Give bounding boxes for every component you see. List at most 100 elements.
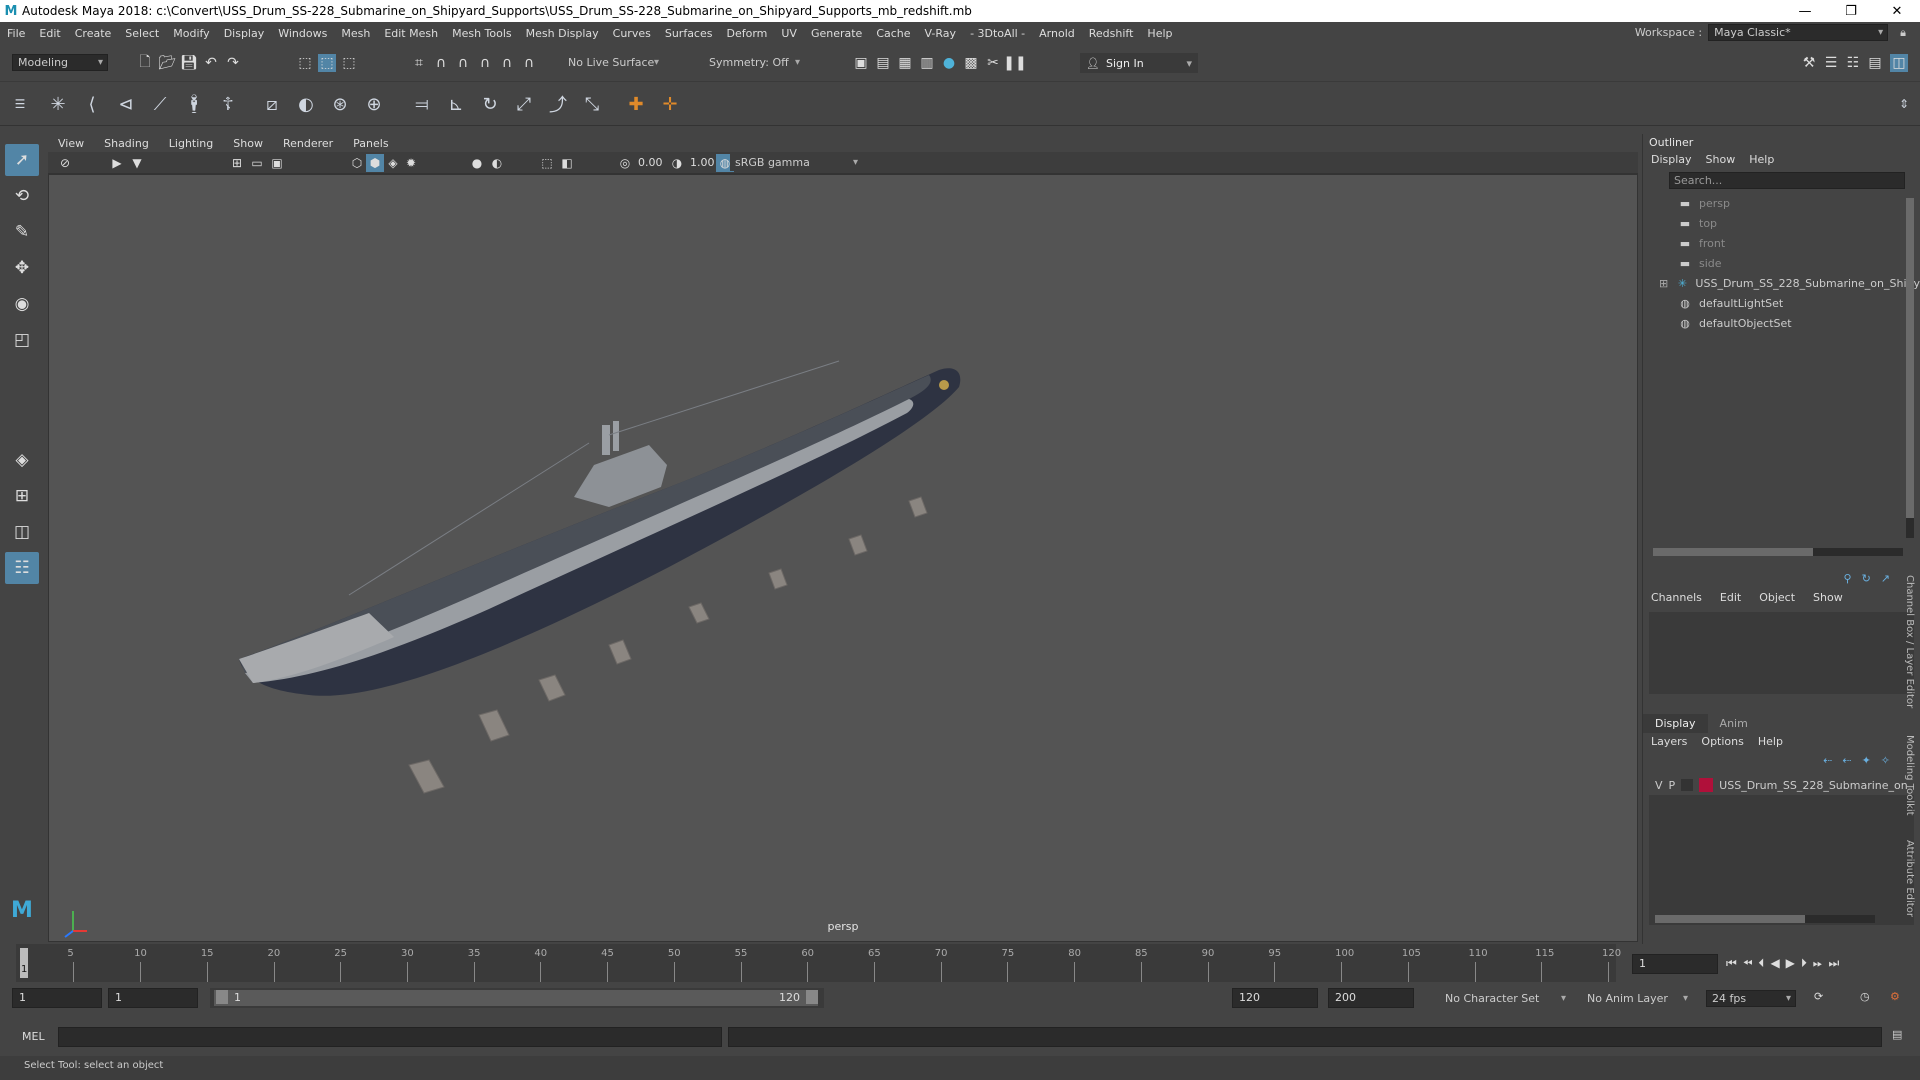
- range-slider[interactable]: 1 120: [210, 988, 824, 1008]
- resolution-gate-icon[interactable]: ▣: [268, 154, 286, 172]
- move-layer-up-icon[interactable]: ⇠: [1823, 754, 1832, 767]
- select-hierarchy-icon[interactable]: ⬚: [296, 54, 314, 72]
- menu-uv[interactable]: UV: [774, 27, 804, 40]
- snap-grid-icon[interactable]: ⌗: [410, 54, 428, 72]
- smooth-shade-icon[interactable]: ⬢: [366, 154, 384, 172]
- layer-editor-toggle-icon[interactable]: ◫: [1890, 54, 1908, 72]
- channelbox-show-menu[interactable]: Show: [1813, 591, 1843, 604]
- play-forwards-icon[interactable]: ▶: [1786, 956, 1795, 971]
- character-set-dropdown[interactable]: No Character Set: [1440, 990, 1570, 1007]
- gamma-icon[interactable]: ◑: [668, 154, 686, 172]
- anim-prefs-icon[interactable]: ⚙: [1890, 990, 1900, 1003]
- mel-label[interactable]: MEL: [22, 1030, 45, 1043]
- four-view-layout-icon[interactable]: ⊞: [5, 480, 39, 512]
- layer-visibility-toggle[interactable]: V: [1655, 779, 1663, 792]
- maximize-button[interactable]: ❐: [1828, 0, 1874, 22]
- layer-scrollbar[interactable]: [1655, 915, 1875, 923]
- ambient-occlusion-icon[interactable]: ◐: [488, 154, 506, 172]
- rotate-tool-icon[interactable]: ◉: [5, 288, 39, 320]
- pause-viewport-icon[interactable]: ❚❚: [1003, 54, 1026, 72]
- scale-tool-icon[interactable]: ◰: [5, 324, 39, 356]
- move-layer-down-icon[interactable]: ⇠: [1842, 754, 1851, 767]
- cluster-icon[interactable]: ⊕: [360, 90, 388, 118]
- modeling-toolkit-icon[interactable]: ⚒: [1800, 54, 1818, 72]
- new-layer-selected-icon[interactable]: ✧: [1881, 754, 1890, 767]
- xray-icon[interactable]: ◧: [558, 154, 576, 172]
- mode-dropdown[interactable]: Modeling: [12, 54, 108, 71]
- menu-cache[interactable]: Cache: [869, 27, 917, 40]
- new-scene-icon[interactable]: 🗋: [136, 54, 154, 72]
- paint-select-tool-icon[interactable]: ✎: [5, 216, 39, 248]
- snap-point-icon[interactable]: ∩: [454, 54, 472, 72]
- menu-edit-mesh[interactable]: Edit Mesh: [377, 27, 445, 40]
- menu-3dtoall[interactable]: - 3DtoAll -: [963, 27, 1032, 40]
- loop-icon[interactable]: ⟳: [1814, 990, 1823, 1003]
- submarine-model[interactable]: [49, 175, 1638, 942]
- set-driven-key-icon[interactable]: ✛: [656, 90, 684, 118]
- menu-windows[interactable]: Windows: [271, 27, 334, 40]
- auto-key-icon[interactable]: ◷: [1860, 990, 1870, 1003]
- panel-menu-show[interactable]: Show: [223, 137, 273, 150]
- snap-pivot-icon[interactable]: ∩: [520, 54, 538, 72]
- menu-display[interactable]: Display: [217, 27, 272, 40]
- render-settings-icon[interactable]: ▥: [918, 54, 936, 72]
- animation-end-field[interactable]: 200: [1328, 988, 1414, 1008]
- orient-constraint-icon[interactable]: ↻: [476, 90, 504, 118]
- undo-icon[interactable]: ↶: [202, 54, 220, 72]
- menu-create[interactable]: Create: [68, 27, 119, 40]
- outliner-item-front[interactable]: ▬ front: [1677, 233, 1920, 253]
- anim-layer-dropdown[interactable]: No Anim Layer: [1582, 990, 1692, 1007]
- layer-row[interactable]: V P USS_Drum_SS_228_Submarine_on: [1649, 775, 1914, 795]
- outliner-menu-show[interactable]: Show: [1706, 153, 1736, 166]
- outliner-item-submarine[interactable]: ⊞ ✳ USS_Drum_SS_228_Submarine_on_Shipy: [1659, 273, 1920, 293]
- hypershade-icon[interactable]: ●: [940, 54, 958, 72]
- isolate-select-icon[interactable]: ⬚: [538, 154, 556, 172]
- ik-spline-icon[interactable]: ⊲: [112, 90, 140, 118]
- bind-skin-icon[interactable]: ⟋: [146, 90, 174, 118]
- go-to-end-icon[interactable]: ⏭: [1829, 956, 1840, 971]
- minimize-button[interactable]: —: [1782, 0, 1828, 22]
- select-tool-icon[interactable]: ➚: [5, 144, 39, 176]
- outliner-menu-help[interactable]: Help: [1749, 153, 1774, 166]
- script-editor-icon[interactable]: ▤: [1892, 1028, 1902, 1041]
- channelbox-object-menu[interactable]: Object: [1759, 591, 1795, 604]
- menu-mesh-display[interactable]: Mesh Display: [519, 27, 606, 40]
- light-editor-icon[interactable]: ✂: [984, 54, 1002, 72]
- joint-tool-icon[interactable]: ✳: [44, 90, 72, 118]
- panel-menu-panels[interactable]: Panels: [343, 137, 398, 150]
- select-object-icon[interactable]: ⬚: [318, 54, 336, 72]
- layer-playback-toggle[interactable]: P: [1669, 779, 1676, 792]
- snap-curve-icon[interactable]: ∩: [432, 54, 450, 72]
- render-frame-icon[interactable]: ▣: [852, 54, 870, 72]
- expand-icon[interactable]: ⊞: [1659, 277, 1669, 290]
- workspace-dropdown[interactable]: Maya Classic*: [1708, 24, 1889, 41]
- ik-handle-icon[interactable]: ⟨: [78, 90, 106, 118]
- render-setup-icon[interactable]: ▩: [962, 54, 980, 72]
- outliner-menu-display[interactable]: Display: [1651, 153, 1692, 166]
- outliner-item-side[interactable]: ▬ side: [1677, 253, 1920, 273]
- step-back-key-icon[interactable]: ⏪︎: [1743, 956, 1753, 971]
- shadows-icon[interactable]: ●: [468, 154, 486, 172]
- outliner-item-defaultlightset[interactable]: ◍ defaultLightSet: [1677, 293, 1920, 313]
- tab-display[interactable]: Display: [1643, 714, 1708, 733]
- point-constraint-icon[interactable]: ⊾: [442, 90, 470, 118]
- wireframe-icon[interactable]: ⬡: [348, 154, 366, 172]
- panel-menu-lighting[interactable]: Lighting: [159, 137, 223, 150]
- textured-icon[interactable]: ◈: [384, 154, 402, 172]
- pin-icon[interactable]: ↗: [1881, 572, 1890, 585]
- channel-box-icon[interactable]: ▤: [1866, 54, 1884, 72]
- smooth-bind-icon[interactable]: ◐: [292, 90, 320, 118]
- menu-mesh[interactable]: Mesh: [334, 27, 377, 40]
- menu-deform[interactable]: Deform: [719, 27, 774, 40]
- fps-dropdown[interactable]: 24 fps: [1706, 990, 1796, 1007]
- new-layer-icon[interactable]: ✦: [1862, 754, 1871, 767]
- outliner-layout-icon[interactable]: ☷: [5, 552, 39, 584]
- step-forward-key-icon[interactable]: ⏩︎: [1813, 956, 1823, 971]
- lights-icon[interactable]: ✹: [402, 154, 420, 172]
- gamma-value[interactable]: 1.00: [690, 156, 715, 169]
- single-perspective-layout-icon[interactable]: ◈: [5, 444, 39, 476]
- select-component-icon[interactable]: ⬚: [340, 54, 358, 72]
- outliner-vertical-scrollbar[interactable]: [1906, 198, 1914, 538]
- modeling-toolkit-tab[interactable]: Modeling Toolkit: [1904, 735, 1915, 816]
- snap-surface-icon[interactable]: ∩: [498, 54, 516, 72]
